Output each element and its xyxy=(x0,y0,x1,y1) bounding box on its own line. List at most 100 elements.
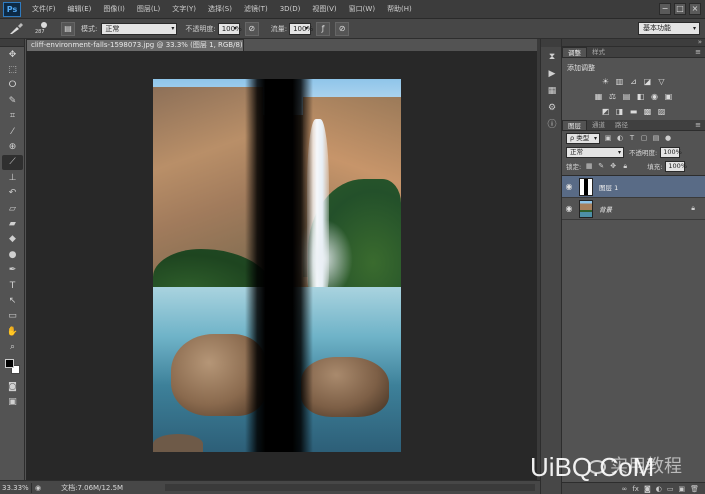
layer-style-icon[interactable]: fx xyxy=(632,485,639,493)
filter-smart-object-icon[interactable]: ▤ xyxy=(652,134,660,142)
opacity-input[interactable]: 100% xyxy=(217,22,242,35)
airbrush-icon[interactable]: ƒ xyxy=(316,21,331,36)
menu-type[interactable]: 文字(Y) xyxy=(166,4,202,14)
eraser-tool-icon[interactable]: ▱ xyxy=(2,201,23,216)
photo-filter-icon[interactable]: ◉ xyxy=(650,92,659,101)
adjustments-menu-icon[interactable]: ≡ xyxy=(695,48,701,56)
posterize-icon[interactable]: ◨ xyxy=(615,107,624,116)
zoom-tool-icon[interactable]: ⌕ xyxy=(2,339,23,354)
gradient-tool-icon[interactable]: ▰ xyxy=(2,216,23,231)
curves-icon[interactable]: ⊿ xyxy=(629,77,638,86)
brush-presets-icon[interactable]: ▦ xyxy=(544,84,560,98)
close-button[interactable]: × xyxy=(689,3,701,15)
layers-menu-icon[interactable]: ≡ xyxy=(695,121,701,129)
workspace-select[interactable]: 基本功能 xyxy=(638,22,700,35)
menu-view[interactable]: 视图(V) xyxy=(306,4,342,14)
color-balance-icon[interactable]: ▤ xyxy=(622,92,631,101)
color-swatches[interactable] xyxy=(2,357,23,379)
brush-tool-preset-icon[interactable] xyxy=(4,21,28,37)
tab-paths[interactable]: 路径 xyxy=(610,120,633,130)
tab-layers[interactable]: 图层 xyxy=(562,120,587,130)
brush-panel-toggle-icon[interactable]: ▤ xyxy=(61,21,75,36)
strip-grip[interactable] xyxy=(541,39,561,47)
document-image[interactable] xyxy=(153,79,401,452)
layer-opacity-input[interactable]: 100% xyxy=(660,146,682,158)
tools-panel-grip[interactable] xyxy=(0,39,24,47)
tab-adjustments[interactable]: 调整 xyxy=(562,47,587,57)
move-tool-icon[interactable]: ✥ xyxy=(2,47,23,62)
panels-grip[interactable]: » xyxy=(562,38,705,47)
menu-image[interactable]: 图像(I) xyxy=(97,4,131,14)
history-brush-tool-icon[interactable]: ↶ xyxy=(2,186,23,201)
blur-tool-icon[interactable]: ◆ xyxy=(2,232,23,247)
visibility-eye-icon[interactable]: ◉ xyxy=(562,182,576,191)
layer-row-layer1[interactable]: ◉ 图层 1 xyxy=(562,176,705,198)
new-adjustment-icon[interactable]: ◐ xyxy=(656,485,662,493)
menu-select[interactable]: 选择(S) xyxy=(202,4,238,14)
menu-edit[interactable]: 编辑(E) xyxy=(62,4,98,14)
hue-saturation-icon[interactable]: ⚖ xyxy=(608,92,617,101)
menu-help[interactable]: 帮助(H) xyxy=(381,4,418,14)
dodge-tool-icon[interactable]: ● xyxy=(2,247,23,262)
minimize-button[interactable]: − xyxy=(659,3,671,15)
history-panel-icon[interactable]: ⧗ xyxy=(544,50,560,64)
exposure-icon[interactable]: ◪ xyxy=(643,77,652,86)
type-tool-icon[interactable]: T xyxy=(2,278,23,293)
levels-icon[interactable]: ▥ xyxy=(615,77,624,86)
screen-mode-icon[interactable]: ▣ xyxy=(2,394,23,409)
fill-input[interactable]: 100% xyxy=(665,160,687,172)
crop-tool-icon[interactable]: ⌗ xyxy=(2,109,23,124)
tab-channels[interactable]: 通道 xyxy=(587,120,610,130)
pressure-opacity-icon[interactable]: ⊘ xyxy=(244,21,259,36)
black-white-icon[interactable]: ◧ xyxy=(636,92,645,101)
quick-mask-icon[interactable]: ◙ xyxy=(2,379,23,394)
brightness-contrast-icon[interactable]: ☀ xyxy=(601,77,610,86)
gradient-map-triangle-icon[interactable]: ▽ xyxy=(657,77,666,86)
delete-layer-icon[interactable]: 🗑︎ xyxy=(690,485,699,493)
properties-panel-icon[interactable]: ⚙ xyxy=(544,101,560,115)
healing-brush-tool-icon[interactable]: ⊕ xyxy=(2,139,23,154)
menu-filter[interactable]: 滤镜(T) xyxy=(238,4,274,14)
vibrance-icon[interactable]: ▦ xyxy=(594,92,603,101)
new-group-icon[interactable]: ▭ xyxy=(667,485,674,493)
lasso-tool-icon[interactable]: ⵔ xyxy=(2,78,23,93)
rectangle-tool-icon[interactable]: ▭ xyxy=(2,309,23,324)
foreground-color-swatch[interactable] xyxy=(5,358,14,368)
lock-transparent-icon[interactable]: ▦ xyxy=(585,162,593,170)
menu-layer[interactable]: 图层(L) xyxy=(131,4,166,14)
actions-panel-icon[interactable]: ▶ xyxy=(544,67,560,81)
zoom-level[interactable]: 33.33% xyxy=(2,484,29,492)
selective-color-icon[interactable]: ▩ xyxy=(643,107,652,116)
layer-filter-select[interactable]: ρ 类型 xyxy=(566,132,600,144)
lock-image-icon[interactable]: ✎ xyxy=(597,162,605,170)
panels-collapse-icon[interactable]: » xyxy=(698,38,702,46)
layer-row-background[interactable]: ◉ 背景 🔒︎ xyxy=(562,198,705,220)
lock-all-icon[interactable]: 🔒︎ xyxy=(621,162,629,170)
filter-toggle-icon[interactable]: ● xyxy=(664,134,672,142)
channel-mixer-icon[interactable]: ▣ xyxy=(664,92,673,101)
invert-icon[interactable]: ◩ xyxy=(601,107,610,116)
maximize-button[interactable]: □ xyxy=(674,3,686,15)
canvas-area[interactable] xyxy=(26,51,537,480)
status-menu-icon[interactable]: ◉ xyxy=(35,484,41,492)
flow-input[interactable]: 100% xyxy=(289,22,313,35)
eyedropper-tool-icon[interactable]: ⁄ xyxy=(2,124,23,139)
menu-3d[interactable]: 3D(D) xyxy=(274,5,307,13)
filter-type-icon[interactable]: T xyxy=(628,134,636,142)
hand-tool-icon[interactable]: ✋ xyxy=(2,324,23,339)
document-tab[interactable]: cliff-environment-falls-1598073.jpg @ 33… xyxy=(26,39,244,51)
add-mask-icon[interactable]: ◙ xyxy=(644,485,651,493)
lock-position-icon[interactable]: ✥ xyxy=(609,162,617,170)
blend-mode-select[interactable]: 正常 xyxy=(566,146,624,158)
marquee-tool-icon[interactable]: ⬚ xyxy=(2,62,23,77)
pen-tool-icon[interactable]: ✒ xyxy=(2,262,23,277)
brush-size-picker[interactable]: 287 xyxy=(34,21,56,37)
mode-select[interactable]: 正常 xyxy=(101,22,178,35)
link-layers-icon[interactable]: ∞ xyxy=(622,485,628,493)
horizontal-scrollbar[interactable] xyxy=(165,484,535,491)
path-selection-tool-icon[interactable]: ↖ xyxy=(2,293,23,308)
filter-shape-icon[interactable]: ▢ xyxy=(640,134,648,142)
pressure-size-icon[interactable]: ⊘ xyxy=(335,21,350,36)
tab-styles[interactable]: 样式 xyxy=(587,47,610,57)
info-panel-icon[interactable]: ⓘ xyxy=(544,118,560,132)
